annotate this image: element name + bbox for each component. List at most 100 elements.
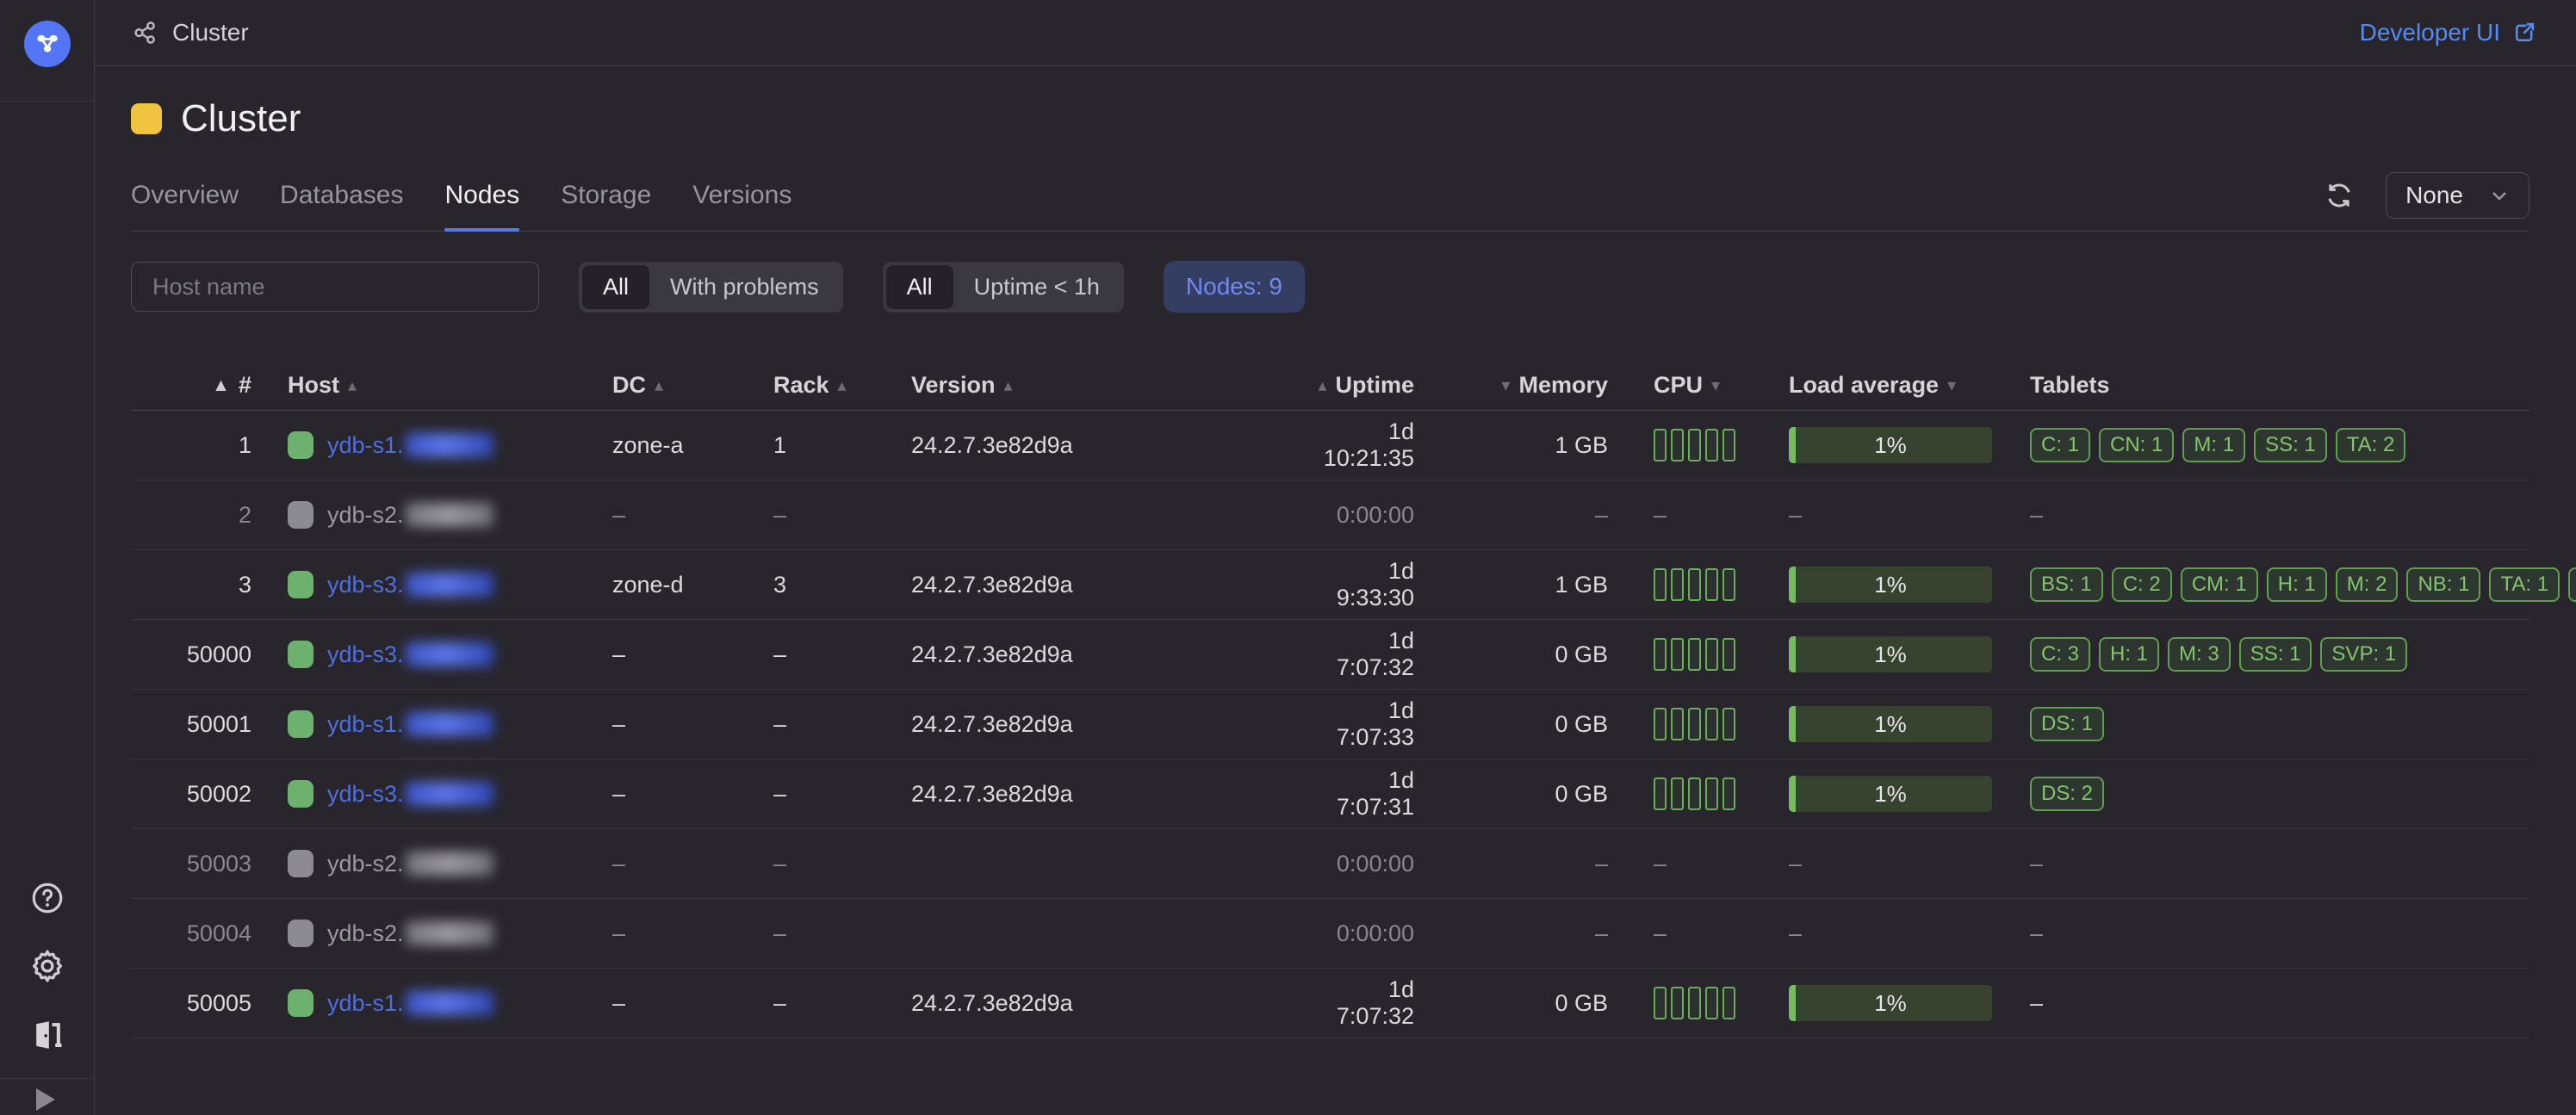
ydb-logo-icon[interactable] (24, 21, 71, 67)
tablet-badge[interactable]: H: 1 (2099, 637, 2159, 672)
autorefresh-select[interactable]: None (2386, 172, 2529, 219)
node-id-cell: 50000 (131, 641, 251, 668)
tablet-badge[interactable]: SS: 1 (2239, 637, 2312, 672)
load-average-cell: – (1789, 502, 2030, 529)
uptime-filter-option[interactable]: All (886, 265, 953, 309)
column-label: Tablets (2030, 372, 2110, 399)
node-status-indicator (288, 641, 313, 668)
tablet-badge[interactable]: C: 2 (2112, 567, 2172, 602)
tablet-badge[interactable]: NB: 1 (2406, 567, 2480, 602)
tablets-cell: BS: 1C: 2CM: 1H: 1M: 2NB: 1TA: 1TB: 1 (2030, 567, 2529, 602)
tablet-badge[interactable]: TB: 1 (2568, 567, 2576, 602)
logout-icon[interactable] (27, 1015, 68, 1056)
cpu-core-bar (1723, 429, 1735, 461)
host-cell: ydb-s1. (251, 431, 579, 459)
tab-overview[interactable]: Overview (131, 181, 239, 231)
tablet-badge[interactable]: DS: 1 (2030, 707, 2104, 741)
load-average-cell: 1% (1789, 985, 2030, 1021)
expand-arrow-icon[interactable] (36, 1088, 55, 1111)
column-label: CPU (1654, 372, 1703, 399)
breadcrumb[interactable]: Cluster (133, 19, 249, 46)
uptime-filter-option[interactable]: Uptime < 1h (953, 265, 1120, 309)
node-id-cell: 1 (131, 432, 251, 459)
column-header-memory[interactable]: ▾Memory (1414, 372, 1608, 399)
host-link[interactable]: ydb-s3. (327, 641, 493, 668)
column-header-cpu[interactable]: CPU▾ (1608, 372, 1789, 399)
nodes-count-badge[interactable]: Nodes: 9 (1164, 261, 1305, 313)
tablet-badge[interactable]: DS: 2 (2030, 777, 2104, 811)
cpu-core-bar (1688, 987, 1701, 1019)
problem-filter-option[interactable]: All (582, 265, 649, 309)
cpu-usage-bars (1608, 987, 1789, 1019)
developer-ui-link[interactable]: Developer UI (2360, 19, 2536, 46)
cpu-core-bar (1671, 777, 1684, 810)
column-header-tablets[interactable]: Tablets (2030, 372, 2529, 399)
column-label: Rack (773, 372, 829, 399)
column-header-num[interactable]: ▲# (131, 372, 251, 399)
tablet-badge[interactable]: SS: 1 (2254, 428, 2327, 462)
tablets-empty: – (2030, 851, 2043, 877)
cpu-core-bar (1688, 429, 1701, 461)
table-row: 50001ydb-s1.––24.2.7.3e82d9a1d 7:07:330 … (131, 690, 2529, 759)
sidebar (0, 0, 95, 1115)
column-label: Host (288, 372, 339, 399)
masked-host-name (406, 642, 493, 666)
problem-filter-option[interactable]: With problems (649, 265, 840, 309)
column-header-dc[interactable]: DC▴ (579, 372, 742, 399)
memory-cell: 0 GB (1414, 641, 1608, 668)
column-header-uptime[interactable]: ▴Uptime (1306, 372, 1414, 399)
host-prefix: ydb-s1. (327, 432, 404, 459)
load-average-cell: 1% (1789, 427, 2030, 463)
load-average-bar: 1% (1789, 776, 1992, 812)
settings-icon[interactable] (27, 945, 68, 987)
host-link[interactable]: ydb-s1. (327, 432, 493, 459)
rack-cell: – (742, 920, 880, 947)
host-cell: ydb-s3. (251, 571, 579, 598)
host-name-input[interactable] (131, 262, 539, 312)
tablet-badge[interactable]: H: 1 (2267, 567, 2327, 602)
host-link[interactable]: ydb-s3. (327, 781, 493, 808)
tab-versions[interactable]: Versions (692, 181, 791, 231)
tablet-badge[interactable]: M: 1 (2182, 428, 2245, 462)
column-header-rack[interactable]: Rack▴ (742, 372, 880, 399)
refresh-button[interactable] (2322, 178, 2356, 213)
host-cell: ydb-s2. (251, 501, 579, 529)
masked-host-name (406, 573, 493, 597)
tablet-badge[interactable]: C: 1 (2030, 428, 2090, 462)
uptime-cell: 1d 7:07:32 (1306, 976, 1414, 1030)
host-link[interactable]: ydb-s1. (327, 711, 493, 738)
uptime-cell: 1d 7:07:33 (1306, 697, 1414, 751)
column-header-version[interactable]: Version▴ (880, 372, 1306, 399)
tab-storage[interactable]: Storage (561, 181, 651, 231)
host-link[interactable]: ydb-s3. (327, 572, 493, 598)
tablets-cell: DS: 1 (2030, 707, 2529, 741)
tablet-badge[interactable]: M: 2 (2336, 567, 2399, 602)
cpu-usage-bars (1608, 568, 1789, 601)
cpu-usage-bars (1608, 429, 1789, 461)
tablet-badge[interactable]: TA: 1 (2489, 567, 2560, 602)
node-status-indicator (288, 710, 313, 738)
masked-host-name (406, 503, 493, 527)
dc-cell: – (579, 502, 742, 529)
tablet-badge[interactable]: BS: 1 (2030, 567, 2103, 602)
tablet-badge[interactable]: C: 3 (2030, 637, 2090, 672)
tablet-badge[interactable]: CM: 1 (2181, 567, 2258, 602)
rack-cell: 3 (742, 572, 880, 598)
cpu-cell (1608, 429, 1789, 461)
tablet-badge[interactable]: M: 3 (2168, 637, 2231, 672)
rack-cell: – (742, 851, 880, 877)
tab-databases[interactable]: Databases (280, 181, 403, 231)
tablet-badge[interactable]: SVP: 1 (2320, 637, 2407, 672)
column-header-load[interactable]: Load average▾ (1789, 372, 2030, 399)
tablet-badge[interactable]: CN: 1 (2099, 428, 2174, 462)
column-header-host[interactable]: Host▴ (251, 372, 579, 399)
host-link: ydb-s2. (327, 851, 493, 877)
version-cell: 24.2.7.3e82d9a (880, 432, 1306, 459)
memory-cell: 0 GB (1414, 781, 1608, 808)
help-icon[interactable] (27, 877, 68, 919)
tab-nodes[interactable]: Nodes (444, 181, 519, 231)
nodes-table: ▲#Host▴DC▴Rack▴Version▴▴Uptime▾MemoryCPU… (131, 361, 2529, 1038)
host-link[interactable]: ydb-s1. (327, 990, 493, 1017)
node-id-cell: 50005 (131, 990, 251, 1017)
tablet-badge[interactable]: TA: 2 (2336, 428, 2406, 462)
